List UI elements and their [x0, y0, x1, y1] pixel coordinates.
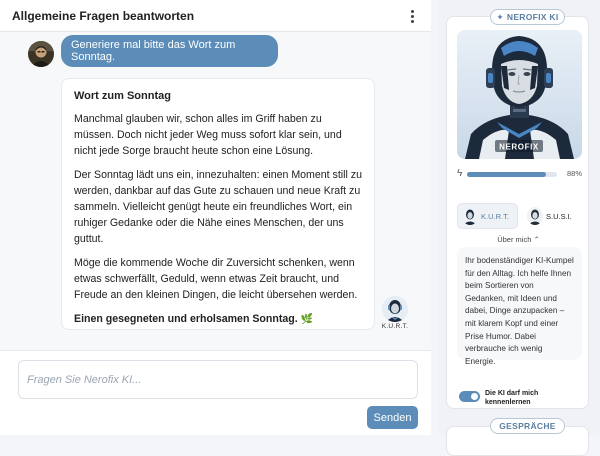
robot-brand-label: NEROFIX — [499, 143, 539, 152]
ai-message-heading: Wort zum Sonntag — [74, 90, 171, 102]
learning-consent-row: Die KI darf mich kennenlernen — [459, 389, 584, 406]
ai-closing-line: Einen gesegneten und erholsamen Sonntag.… — [74, 311, 362, 328]
ai-paragraph-3: Möge die kommende Woche dir Zuversicht s… — [74, 257, 358, 301]
conversations-panel: GESPRÄCHE — [446, 418, 589, 456]
energy-bar-fill — [467, 172, 547, 177]
about-toggle[interactable]: Über mich ⌃ — [447, 235, 590, 244]
ai-paragraph-2: Der Sonntag lädt uns ein, innezuhalten: … — [74, 169, 362, 245]
sparkle-icon: ✦ — [496, 11, 504, 22]
agent-description: Ihr bodenständiger KI-Kumpel für den All… — [457, 247, 582, 366]
energy-bar — [467, 172, 557, 177]
chat-header: Allgemeine Fragen beantworten — [0, 0, 431, 32]
user-message-bubble: Generiere mal bitte das Wort zum Sonntag… — [61, 35, 278, 67]
ai-paragraph-1: Manchmal glauben wir, schon alles im Gri… — [74, 113, 342, 157]
agent-name-susi: S.U.S.I. — [546, 211, 572, 221]
learning-consent-toggle[interactable] — [459, 391, 480, 402]
chat-panel: Allgemeine Fragen beantworten Generiere … — [0, 0, 431, 435]
energy-percent: 88% — [566, 169, 582, 178]
chat-title: Allgemeine Fragen beantworten — [12, 9, 195, 23]
learning-consent-label: Die KI darf mich kennenlernen — [485, 390, 539, 406]
agent-avatar-label: K.U.R.T. — [381, 323, 409, 330]
agent-name-kurt: K.U.R.T. — [481, 211, 509, 221]
chevron-up-icon: ⌃ — [533, 235, 540, 244]
panel-badge: ✦ NEROFIX KI — [490, 9, 565, 25]
message-list[interactable]: Generiere mal bitte das Wort zum Sonntag… — [0, 32, 431, 350]
robot-avatar-icon — [462, 207, 478, 225]
energy-indicator: ϟ 88% — [457, 168, 582, 181]
more-options-icon[interactable] — [403, 6, 421, 26]
message-input[interactable] — [18, 360, 418, 399]
agent-avatar-kurt: K.U.R.T. — [381, 296, 409, 330]
ai-profile-panel: ✦ NEROFIX KI NEROFIX ϟ 88% K.U.R.T. S.U.… — [446, 9, 590, 409]
leaf-icon: 🌿 — [300, 314, 314, 325]
agent-option-susi[interactable]: S.U.S.I. — [523, 203, 581, 229]
send-button[interactable]: Senden — [367, 406, 418, 429]
lightning-bolt-icon: ϟ — [457, 168, 463, 179]
robot-avatar-icon — [527, 207, 543, 225]
sidebar: ✦ NEROFIX KI NEROFIX ϟ 88% K.U.R.T. S.U.… — [438, 0, 600, 456]
panel-badge-label: NEROFIX KI — [506, 12, 559, 22]
conversations-badge[interactable]: GESPRÄCHE — [490, 418, 565, 434]
agent-switcher: K.U.R.T. S.U.S.I. — [457, 203, 582, 229]
agent-option-kurt[interactable]: K.U.R.T. — [457, 203, 518, 229]
ai-closing-text: Einen gesegneten und erholsamen Sonntag. — [74, 313, 298, 325]
robot-avatar-icon — [382, 296, 408, 322]
composer: Senden — [0, 350, 431, 435]
ai-message-card: Wort zum Sonntag Manchmal glauben wir, s… — [61, 78, 375, 330]
about-label: Über mich — [497, 235, 532, 244]
user-avatar — [28, 41, 54, 67]
robot-portrait: NEROFIX — [457, 30, 582, 159]
